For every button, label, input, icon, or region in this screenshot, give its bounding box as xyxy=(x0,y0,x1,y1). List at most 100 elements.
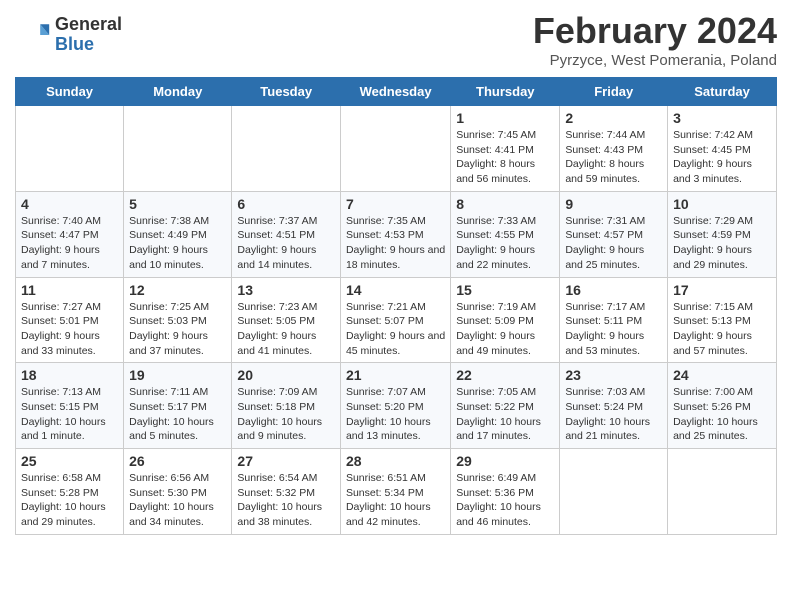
table-row: 19 Sunrise: 7:11 AM Sunset: 5:17 PM Dayli… xyxy=(124,363,232,449)
table-row: 7 Sunrise: 7:35 AM Sunset: 4:53 PM Daylig… xyxy=(340,191,450,277)
col-wednesday: Wednesday xyxy=(340,78,450,106)
table-row: 25 Sunrise: 6:58 AM Sunset: 5:28 PM Dayli… xyxy=(16,449,124,535)
table-row: 16Sunrise: 7:17 AM Sunset: 5:11 PM Dayli… xyxy=(560,277,668,363)
day-number: 13 xyxy=(237,282,335,298)
month-year-title: February 2024 xyxy=(533,10,777,52)
day-number: 10 xyxy=(673,196,771,212)
day-number: 1 xyxy=(456,110,554,126)
day-number: 29 xyxy=(456,453,554,469)
calendar-table: Sunday Monday Tuesday Wednesday Thursday… xyxy=(15,77,777,535)
day-info: Sunrise: 6:58 AM Sunset: 5:28 PM Dayligh… xyxy=(21,471,118,530)
logo-general-text: General xyxy=(55,15,122,35)
header: General Blue February 2024 Pyrzyce, West… xyxy=(15,10,777,69)
table-row: 3 Sunrise: 7:42 AM Sunset: 4:45 PM Daylig… xyxy=(668,106,777,192)
table-row: 2Sunrise: 7:44 AM Sunset: 4:43 PM Daylig… xyxy=(560,106,668,192)
day-info: Sunrise: 7:21 AM Sunset: 5:07 PM Dayligh… xyxy=(346,300,445,359)
table-row: 8 Sunrise: 7:33 AM Sunset: 4:55 PM Daylig… xyxy=(451,191,560,277)
day-number: 6 xyxy=(237,196,335,212)
day-number: 4 xyxy=(21,196,118,212)
table-row xyxy=(16,106,124,192)
table-row: 9Sunrise: 7:31 AM Sunset: 4:57 PM Daylig… xyxy=(560,191,668,277)
day-info: Sunrise: 7:15 AM Sunset: 5:13 PM Dayligh… xyxy=(673,300,771,359)
table-row: 22Sunrise: 7:05 AM Sunset: 5:22 PM Dayli… xyxy=(451,363,560,449)
day-info: Sunrise: 7:44 AM Sunset: 4:43 PM Dayligh… xyxy=(565,128,662,187)
table-row: 24 Sunrise: 7:00 AM Sunset: 5:26 PM Dayli… xyxy=(668,363,777,449)
day-info: Sunrise: 7:13 AM Sunset: 5:15 PM Dayligh… xyxy=(21,385,118,444)
day-number: 23 xyxy=(565,367,662,383)
day-number: 20 xyxy=(237,367,335,383)
logo-icon xyxy=(15,17,51,53)
day-info: Sunrise: 6:54 AM Sunset: 5:32 PM Dayligh… xyxy=(237,471,335,530)
table-row: 13 Sunrise: 7:23 AM Sunset: 5:05 PM Dayli… xyxy=(232,277,341,363)
day-info: Sunrise: 7:00 AM Sunset: 5:26 PM Dayligh… xyxy=(673,385,771,444)
table-row: 11Sunrise: 7:27 AM Sunset: 5:01 PM Dayli… xyxy=(16,277,124,363)
day-info: Sunrise: 7:35 AM Sunset: 4:53 PM Dayligh… xyxy=(346,214,445,273)
calendar-week-row: 11Sunrise: 7:27 AM Sunset: 5:01 PM Dayli… xyxy=(16,277,777,363)
day-info: Sunrise: 7:45 AM Sunset: 4:41 PM Dayligh… xyxy=(456,128,554,187)
location-subtitle: Pyrzyce, West Pomerania, Poland xyxy=(533,52,777,69)
col-sunday: Sunday xyxy=(16,78,124,106)
table-row: 15Sunrise: 7:19 AM Sunset: 5:09 PM Dayli… xyxy=(451,277,560,363)
table-row: 10 Sunrise: 7:29 AM Sunset: 4:59 PM Dayli… xyxy=(668,191,777,277)
day-info: Sunrise: 7:38 AM Sunset: 4:49 PM Dayligh… xyxy=(129,214,226,273)
day-info: Sunrise: 7:29 AM Sunset: 4:59 PM Dayligh… xyxy=(673,214,771,273)
table-row: 20 Sunrise: 7:09 AM Sunset: 5:18 PM Dayli… xyxy=(232,363,341,449)
day-number: 8 xyxy=(456,196,554,212)
day-info: Sunrise: 6:56 AM Sunset: 5:30 PM Dayligh… xyxy=(129,471,226,530)
day-info: Sunrise: 7:11 AM Sunset: 5:17 PM Dayligh… xyxy=(129,385,226,444)
calendar-week-row: 1 Sunrise: 7:45 AM Sunset: 4:41 PM Daylig… xyxy=(16,106,777,192)
day-number: 16 xyxy=(565,282,662,298)
day-info: Sunrise: 7:40 AM Sunset: 4:47 PM Dayligh… xyxy=(21,214,118,273)
day-info: Sunrise: 7:33 AM Sunset: 4:55 PM Dayligh… xyxy=(456,214,554,273)
day-number: 27 xyxy=(237,453,335,469)
day-number: 14 xyxy=(346,282,445,298)
day-number: 9 xyxy=(565,196,662,212)
logo-text: General Blue xyxy=(55,15,122,55)
day-info: Sunrise: 6:51 AM Sunset: 5:34 PM Dayligh… xyxy=(346,471,445,530)
table-row xyxy=(668,449,777,535)
day-number: 17 xyxy=(673,282,771,298)
day-number: 7 xyxy=(346,196,445,212)
day-number: 19 xyxy=(129,367,226,383)
day-info: Sunrise: 7:25 AM Sunset: 5:03 PM Dayligh… xyxy=(129,300,226,359)
logo: General Blue xyxy=(15,15,122,55)
day-number: 11 xyxy=(21,282,118,298)
table-row: 21Sunrise: 7:07 AM Sunset: 5:20 PM Dayli… xyxy=(340,363,450,449)
table-row xyxy=(560,449,668,535)
day-info: Sunrise: 7:23 AM Sunset: 5:05 PM Dayligh… xyxy=(237,300,335,359)
col-friday: Friday xyxy=(560,78,668,106)
table-row xyxy=(124,106,232,192)
table-row: 17 Sunrise: 7:15 AM Sunset: 5:13 PM Dayli… xyxy=(668,277,777,363)
table-row: 14 Sunrise: 7:21 AM Sunset: 5:07 PM Dayli… xyxy=(340,277,450,363)
table-row: 23Sunrise: 7:03 AM Sunset: 5:24 PM Dayli… xyxy=(560,363,668,449)
day-number: 24 xyxy=(673,367,771,383)
calendar-week-row: 4 Sunrise: 7:40 AM Sunset: 4:47 PM Daylig… xyxy=(16,191,777,277)
calendar-header-row: Sunday Monday Tuesday Wednesday Thursday… xyxy=(16,78,777,106)
table-row: 12 Sunrise: 7:25 AM Sunset: 5:03 PM Dayli… xyxy=(124,277,232,363)
day-info: Sunrise: 7:09 AM Sunset: 5:18 PM Dayligh… xyxy=(237,385,335,444)
table-row xyxy=(340,106,450,192)
table-row: 4 Sunrise: 7:40 AM Sunset: 4:47 PM Daylig… xyxy=(16,191,124,277)
day-info: Sunrise: 7:05 AM Sunset: 5:22 PM Dayligh… xyxy=(456,385,554,444)
col-thursday: Thursday xyxy=(451,78,560,106)
day-info: Sunrise: 7:07 AM Sunset: 5:20 PM Dayligh… xyxy=(346,385,445,444)
day-info: Sunrise: 7:37 AM Sunset: 4:51 PM Dayligh… xyxy=(237,214,335,273)
logo-blue-text: Blue xyxy=(55,35,122,55)
day-number: 25 xyxy=(21,453,118,469)
col-tuesday: Tuesday xyxy=(232,78,341,106)
day-number: 12 xyxy=(129,282,226,298)
table-row: 5 Sunrise: 7:38 AM Sunset: 4:49 PM Daylig… xyxy=(124,191,232,277)
day-number: 3 xyxy=(673,110,771,126)
day-number: 28 xyxy=(346,453,445,469)
table-row: 27 Sunrise: 6:54 AM Sunset: 5:32 PM Dayli… xyxy=(232,449,341,535)
day-number: 5 xyxy=(129,196,226,212)
table-row: 18Sunrise: 7:13 AM Sunset: 5:15 PM Dayli… xyxy=(16,363,124,449)
day-info: Sunrise: 6:49 AM Sunset: 5:36 PM Dayligh… xyxy=(456,471,554,530)
table-row: 28 Sunrise: 6:51 AM Sunset: 5:34 PM Dayli… xyxy=(340,449,450,535)
calendar-week-row: 25 Sunrise: 6:58 AM Sunset: 5:28 PM Dayli… xyxy=(16,449,777,535)
day-number: 26 xyxy=(129,453,226,469)
table-row: 29 Sunrise: 6:49 AM Sunset: 5:36 PM Dayli… xyxy=(451,449,560,535)
table-row: 26 Sunrise: 6:56 AM Sunset: 5:30 PM Dayli… xyxy=(124,449,232,535)
table-row: 1 Sunrise: 7:45 AM Sunset: 4:41 PM Daylig… xyxy=(451,106,560,192)
day-info: Sunrise: 7:42 AM Sunset: 4:45 PM Dayligh… xyxy=(673,128,771,187)
